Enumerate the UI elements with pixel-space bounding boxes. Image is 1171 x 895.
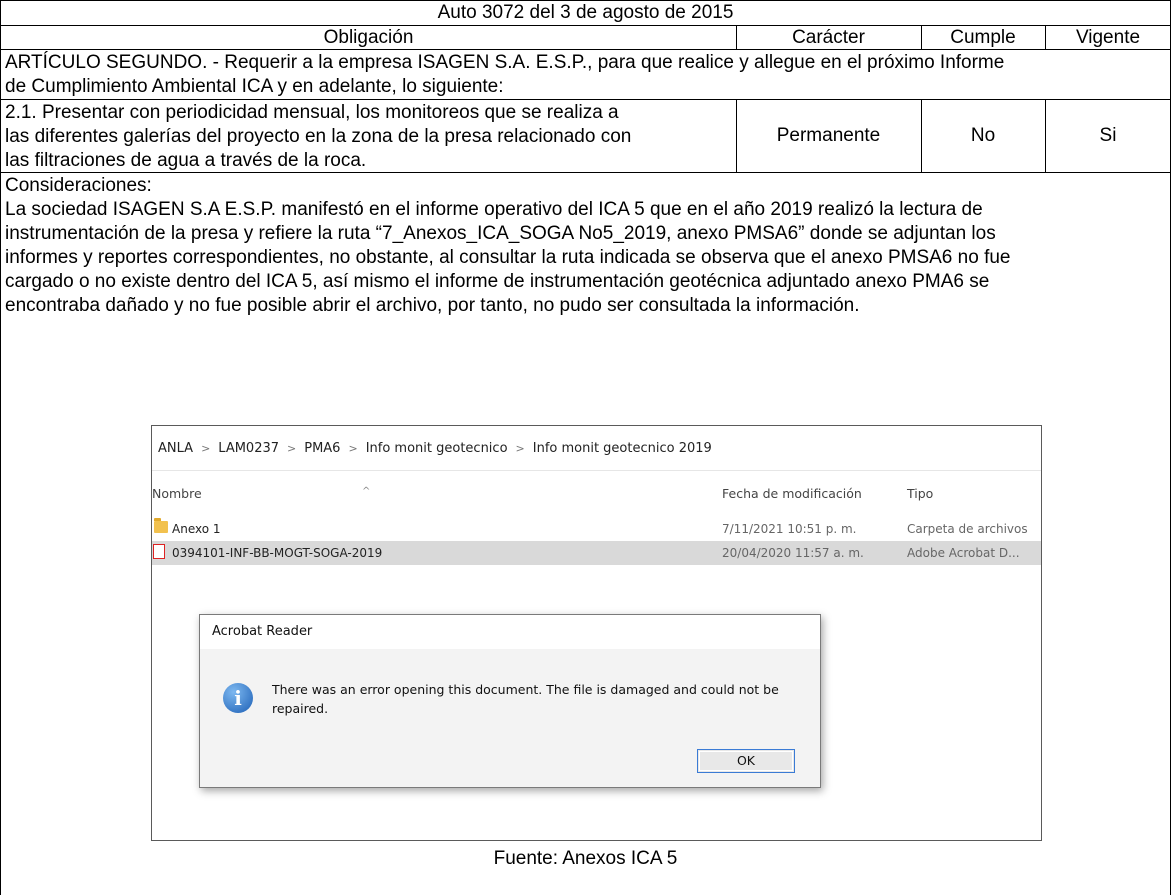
chevron-right-icon: > — [515, 441, 525, 455]
file-row: Anexo 1 7/11/2021 10:51 p. m. Carpeta de… — [152, 517, 1041, 541]
breadcrumb: ANLA > LAM0237 > PMA6 > Info monit geote… — [152, 426, 1041, 471]
sort-caret-icon: ^ — [362, 486, 371, 497]
info-icon: i — [223, 683, 253, 713]
header-row: Obligación Carácter Cumple Vigente — [0, 25, 1171, 49]
consideraciones-label: Consideraciones: — [5, 175, 152, 196]
header-cumple: Cumple — [950, 26, 1016, 48]
column-header-name: Nombre — [152, 486, 202, 501]
breadcrumb-item: ANLA — [158, 440, 194, 456]
breadcrumb-item: PMA6 — [304, 440, 341, 456]
header-obligacion: Obligación — [323, 26, 414, 48]
file-row-selected: 0394101-INF-BB-MOGT-SOGA-2019 20/04/2020… — [152, 541, 1041, 565]
chevron-right-icon: > — [201, 441, 211, 455]
header-caracter: Carácter — [792, 26, 865, 48]
header-vigente: Vigente — [1075, 26, 1141, 48]
consideraciones-line: cargado o no existe dentro del ICA 5, as… — [5, 271, 990, 292]
chevron-right-icon: > — [348, 441, 358, 455]
column-header-row: ^ Nombre Fecha de modificación Tipo — [152, 474, 1041, 514]
item-caracter: Permanente — [776, 125, 881, 146]
chevron-right-icon: > — [287, 441, 297, 455]
file-type: Adobe Acrobat D... — [907, 546, 1020, 560]
articulo-line-1: ARTÍCULO SEGUNDO. - Requerir a la empres… — [5, 52, 1005, 73]
evidence-screenshot: ANLA > LAM0237 > PMA6 > Info monit geote… — [151, 425, 1042, 841]
consideraciones-line: encontraba dañado y no fue posible abrir… — [5, 295, 860, 316]
file-date: 7/11/2021 10:51 p. m. — [722, 522, 857, 536]
folder-icon — [154, 518, 168, 533]
table-title: Auto 3072 del 3 de agosto de 2015 — [437, 2, 734, 23]
dialog-message: There was an error opening this document… — [272, 682, 779, 716]
consideraciones-line: La sociedad ISAGEN S.A E.S.P. manifestó … — [5, 199, 983, 220]
pdf-icon — [153, 544, 165, 559]
column-header-date: Fecha de modificación — [722, 486, 862, 501]
consideraciones-line: instrumentación de la presa y refiere la… — [5, 223, 996, 244]
ok-button: OK — [697, 749, 795, 773]
item-line-2: las diferentes galerías del proyecto en … — [5, 126, 632, 147]
figure-caption: Fuente: Anexos ICA 5 — [493, 848, 678, 869]
column-header-type: Tipo — [907, 486, 934, 501]
file-type: Carpeta de archivos — [907, 522, 1028, 536]
dialog-titlebar: Acrobat Reader — [200, 615, 820, 649]
consideraciones-line: informes y reportes correspondientes, no… — [5, 247, 1011, 268]
breadcrumb-item: Info monit geotecnico — [365, 440, 508, 456]
file-name: Anexo 1 — [172, 522, 221, 536]
obligation-row: 2.1. Presentar con periodicidad mensual,… — [0, 99, 1171, 172]
item-line-3: las filtraciones de agua a través de la … — [5, 150, 367, 171]
articulo-row: ARTÍCULO SEGUNDO. - Requerir a la empres… — [0, 49, 1171, 99]
articulo-line-2: de Cumplimiento Ambiental ICA y en adela… — [5, 76, 504, 97]
breadcrumb-item: LAM0237 — [218, 440, 280, 456]
document-table: Auto 3072 del 3 de agosto de 2015 Obliga… — [0, 0, 1171, 895]
error-dialog: Acrobat Reader i There was an error open… — [199, 614, 821, 788]
breadcrumb-item: Info monit geotecnico 2019 — [532, 440, 712, 456]
file-date: 20/04/2020 11:57 a. m. — [722, 546, 864, 560]
item-cumple: No — [970, 125, 996, 146]
item-vigente: Si — [1099, 125, 1117, 146]
file-name: 0394101-INF-BB-MOGT-SOGA-2019 — [172, 546, 383, 560]
dialog-title: Acrobat Reader — [212, 624, 313, 639]
title-row: Auto 3072 del 3 de agosto de 2015 — [0, 0, 1171, 25]
item-line-1: 2.1. Presentar con periodicidad mensual,… — [5, 102, 619, 123]
